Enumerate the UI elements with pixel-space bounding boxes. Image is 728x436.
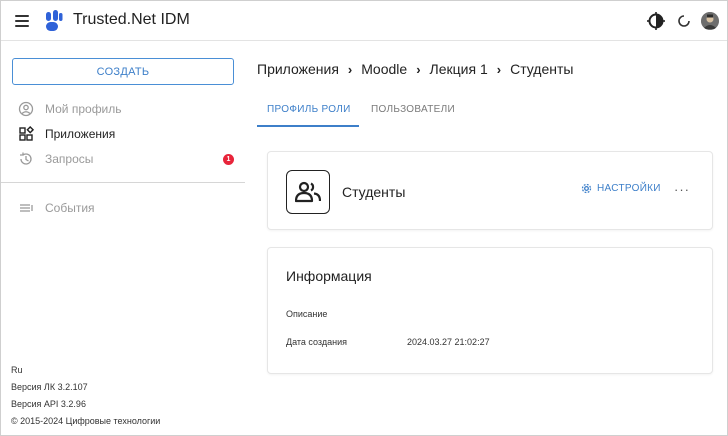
sidebar-item-label: Мой профиль [45,102,122,116]
created-date-value: 2024.03.27 21:02:27 [407,337,490,347]
tab-role-profile[interactable]: ПРОФИЛЬ РОЛИ [267,104,351,115]
breadcrumb-applications[interactable]: Приложения [257,61,339,77]
sidebar-item-applications[interactable]: Приложения [1,122,245,146]
api-version: Версия API 3.2.96 [11,399,86,409]
group-icon [295,181,321,203]
sidebar-item-label: Запросы [45,152,94,166]
theme-toggle-icon[interactable] [647,12,665,30]
list-icon [20,204,33,212]
app-title: Trusted.Net IDM [73,11,190,28]
sidebar-item-label: События [45,201,95,215]
breadcrumb: Приложения › Moodle › Лекция 1 › Студент… [257,61,573,77]
breadcrumb-moodle[interactable]: Moodle [361,61,407,77]
created-date-label: Дата создания [286,337,347,347]
role-name: Студенты [342,184,406,200]
create-button[interactable]: СОЗДАТЬ [12,58,234,85]
lk-version: Версия ЛК 3.2.107 [11,382,88,392]
breadcrumb-separator-icon: › [496,61,502,77]
refresh-icon[interactable] [675,12,693,30]
role-avatar [286,170,330,214]
settings-label: НАСТРОЙКИ [597,183,661,194]
history-icon [20,152,32,165]
sidebar-item-requests[interactable]: Запросы 1 [1,147,245,171]
breadcrumb-separator-icon: › [347,61,353,77]
menu-icon[interactable] [15,15,29,27]
app-logo [46,10,63,31]
tab-bar: ПРОФИЛЬ РОЛИ ПОЛЬЗОВАТЕЛИ [257,98,727,128]
breadcrumb-lecture[interactable]: Лекция 1 [430,61,488,77]
active-tab-indicator [257,125,359,127]
more-options-icon[interactable]: ··· [674,182,690,197]
gear-icon [581,183,592,194]
description-label: Описание [286,309,328,319]
sidebar-item-events[interactable]: События [1,196,245,220]
sidebar-item-label: Приложения [45,127,116,141]
user-circle-icon [18,101,34,117]
info-card-title: Информация [286,268,372,284]
sidebar-item-my-profile[interactable]: Мой профиль [1,97,245,121]
breadcrumb-current: Студенты [510,61,574,77]
user-avatar[interactable] [701,12,719,30]
role-card: Студенты НАСТРОЙКИ ··· [267,151,713,230]
breadcrumb-separator-icon: › [416,61,421,77]
sidebar-divider [1,182,245,183]
notification-badge: 1 [223,154,234,165]
tab-users[interactable]: ПОЛЬЗОВАТЕЛИ [371,104,455,115]
apps-grid-icon [19,126,34,141]
language-selector[interactable]: Ru [11,365,23,375]
info-card: Информация Описание Дата создания 2024.0… [267,247,713,374]
copyright: © 2015-2024 Цифровые технологии [11,416,161,426]
settings-button[interactable]: НАСТРОЙКИ [581,183,661,194]
sidebar: СОЗДАТЬ Мой профиль Приложения Запросы 1 [1,41,245,435]
top-app-bar: Trusted.Net IDM [1,1,727,41]
